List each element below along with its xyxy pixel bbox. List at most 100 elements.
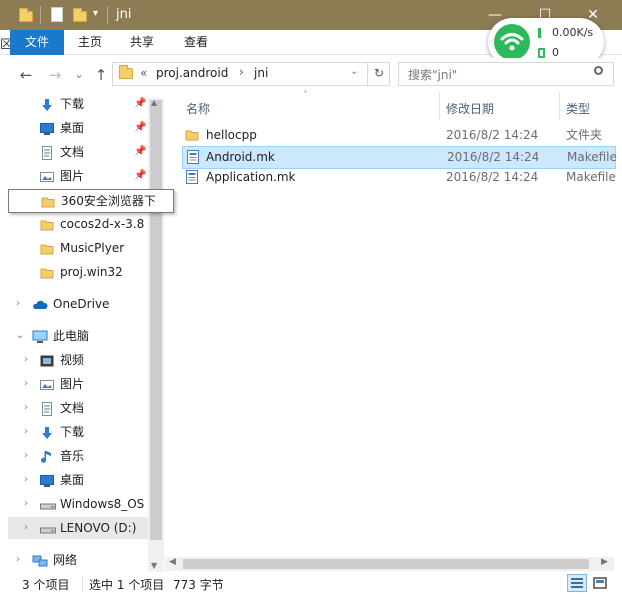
scroll-right-arrow-icon[interactable]: ▶	[601, 557, 608, 567]
quick-access-item[interactable]: proj.win32	[8, 261, 148, 283]
recent-locations-dropdown[interactable]: ⌄	[70, 66, 88, 84]
customize-toolbar-chevron-icon[interactable]: ▾	[93, 8, 98, 19]
nav-item-pc-child[interactable]: › 文档	[8, 397, 148, 419]
file-date: 2016/8/2 14:24	[446, 128, 539, 142]
up-button[interactable]: ↑	[92, 66, 110, 84]
memory-icon	[538, 48, 545, 58]
drive-icon	[40, 497, 56, 511]
nav-item-this-pc[interactable]: ⌄ 此电脑	[8, 325, 148, 347]
scroll-down-arrow-icon[interactable]: ▼	[151, 561, 157, 570]
details-view-icon[interactable]	[567, 574, 587, 592]
file-row[interactable]: Android.mk 2016/8/2 14:24 Makefile	[182, 146, 617, 169]
document-icon	[40, 145, 54, 160]
folder-icon	[40, 241, 54, 255]
collapse-chevron-icon[interactable]: ⌄	[16, 325, 24, 347]
window-title: jni	[116, 7, 132, 22]
column-header-name[interactable]: 名称	[186, 98, 210, 120]
nav-item-pc-child[interactable]: › 音乐	[8, 445, 148, 467]
nav-item-label: 网络	[53, 553, 78, 567]
expand-chevron-icon[interactable]: ›	[24, 445, 28, 467]
computer-icon	[32, 329, 48, 343]
download-icon	[40, 425, 54, 439]
nav-item-pc-child[interactable]: › 下载	[8, 421, 148, 443]
nav-item-label: 下载	[60, 425, 85, 439]
quick-access-item[interactable]: 360安全浏览器下	[8, 189, 174, 213]
expand-chevron-icon[interactable]: ›	[24, 397, 28, 419]
video-icon	[40, 353, 54, 367]
tab-share[interactable]: 共享	[122, 30, 162, 55]
properties-icon[interactable]	[51, 7, 63, 22]
music-icon	[40, 449, 54, 463]
tab-view[interactable]: 查看	[176, 30, 216, 55]
quick-access-item[interactable]: 图片 📌	[8, 165, 148, 187]
quick-access-item[interactable]: 桌面 📌	[8, 117, 148, 139]
new-folder-icon[interactable]	[73, 8, 87, 22]
nav-scrollbar-thumb[interactable]	[150, 100, 162, 540]
file-name: Application.mk	[206, 170, 296, 184]
expand-chevron-icon[interactable]: ›	[16, 549, 20, 571]
expand-chevron-icon[interactable]: ›	[24, 373, 28, 395]
nav-item-label: 文档	[60, 401, 85, 415]
address-bar[interactable]	[112, 62, 390, 86]
horizontal-scrollbar-thumb[interactable]	[183, 559, 589, 569]
breadcrumb-jni[interactable]: jni	[254, 66, 268, 80]
column-header-date[interactable]: 修改日期	[446, 98, 494, 120]
column-header-type[interactable]: 类型	[566, 98, 590, 120]
search-icon[interactable]	[594, 66, 603, 75]
quick-access-item[interactable]: cocos2d-x-3.8	[8, 213, 148, 235]
expand-chevron-icon[interactable]: ›	[24, 493, 28, 515]
quick-access-item[interactable]: MusicPlyer	[8, 237, 148, 259]
nav-item-label: 图片	[60, 169, 85, 183]
selection-count: 选中 1 个项目	[89, 578, 165, 592]
nav-item-label: 此电脑	[53, 329, 90, 343]
nav-item-label: OneDrive	[53, 297, 110, 311]
expand-chevron-icon[interactable]: ›	[24, 517, 28, 539]
refresh-icon[interactable]: ↻	[367, 62, 390, 86]
large-icons-view-icon[interactable]	[590, 574, 610, 592]
breadcrumb-separator[interactable]: ›	[239, 65, 244, 79]
quick-access-item[interactable]: 文档 📌	[8, 141, 148, 163]
expand-chevron-icon[interactable]: ›	[24, 469, 28, 491]
download-icon	[40, 97, 54, 111]
nav-item-pc-child[interactable]: › 桌面	[8, 469, 148, 491]
nav-item-onedrive[interactable]: › OneDrive	[8, 293, 148, 315]
breadcrumb-proj-android[interactable]: proj.android	[156, 66, 228, 80]
network-icon	[32, 553, 48, 567]
nav-item-pc-child[interactable]: › 图片	[8, 373, 148, 395]
file-name: hellocpp	[206, 128, 257, 142]
tab-home[interactable]: 主页	[70, 30, 110, 55]
makefile-icon	[185, 170, 199, 184]
document-icon	[40, 401, 54, 416]
selection-size: 773 字节	[173, 578, 224, 592]
nav-item-network[interactable]: › 网络	[8, 549, 148, 571]
expand-chevron-icon[interactable]: ›	[16, 293, 20, 315]
expand-chevron-icon[interactable]: ›	[24, 421, 28, 443]
wifi-icon	[494, 24, 530, 60]
scroll-up-arrow-icon[interactable]: ▲	[151, 98, 157, 107]
address-dropdown-chevron-icon[interactable]: ⌄	[350, 66, 358, 77]
folder-icon	[185, 128, 199, 142]
file-type: 文件夹	[566, 128, 603, 142]
breadcrumb-overflow[interactable]: «	[140, 66, 147, 80]
back-button[interactable]: ←	[17, 66, 35, 84]
nav-item-pc-child[interactable]: › LENOVO (D:)	[8, 517, 156, 539]
search-placeholder: 搜索"jni"	[408, 68, 458, 82]
nav-item-label: 音乐	[60, 449, 85, 463]
file-row[interactable]: hellocpp 2016/8/2 14:24 文件夹	[179, 125, 614, 146]
nav-item-label: 图片	[60, 377, 85, 391]
folder-icon	[41, 194, 55, 208]
file-date: 2016/8/2 14:24	[447, 150, 540, 164]
forward-button[interactable]: →	[46, 66, 64, 84]
folder-icon	[40, 265, 54, 279]
scroll-left-arrow-icon[interactable]: ◀	[169, 557, 176, 567]
nav-item-label: 下载	[60, 97, 85, 111]
nav-item-label: 360安全浏览器下	[61, 194, 156, 208]
expand-chevron-icon[interactable]: ›	[24, 349, 28, 371]
file-row[interactable]: Application.mk 2016/8/2 14:24 Makefile	[179, 167, 616, 188]
nav-item-pc-child[interactable]: › 视频	[8, 349, 148, 371]
nav-item-pc-child[interactable]: › Windows8_OS	[8, 493, 148, 515]
quick-access-item[interactable]: 下载 📌	[8, 93, 148, 115]
tab-file[interactable]: 文件	[10, 30, 64, 55]
column-divider[interactable]	[439, 92, 440, 120]
column-divider[interactable]	[559, 92, 560, 120]
